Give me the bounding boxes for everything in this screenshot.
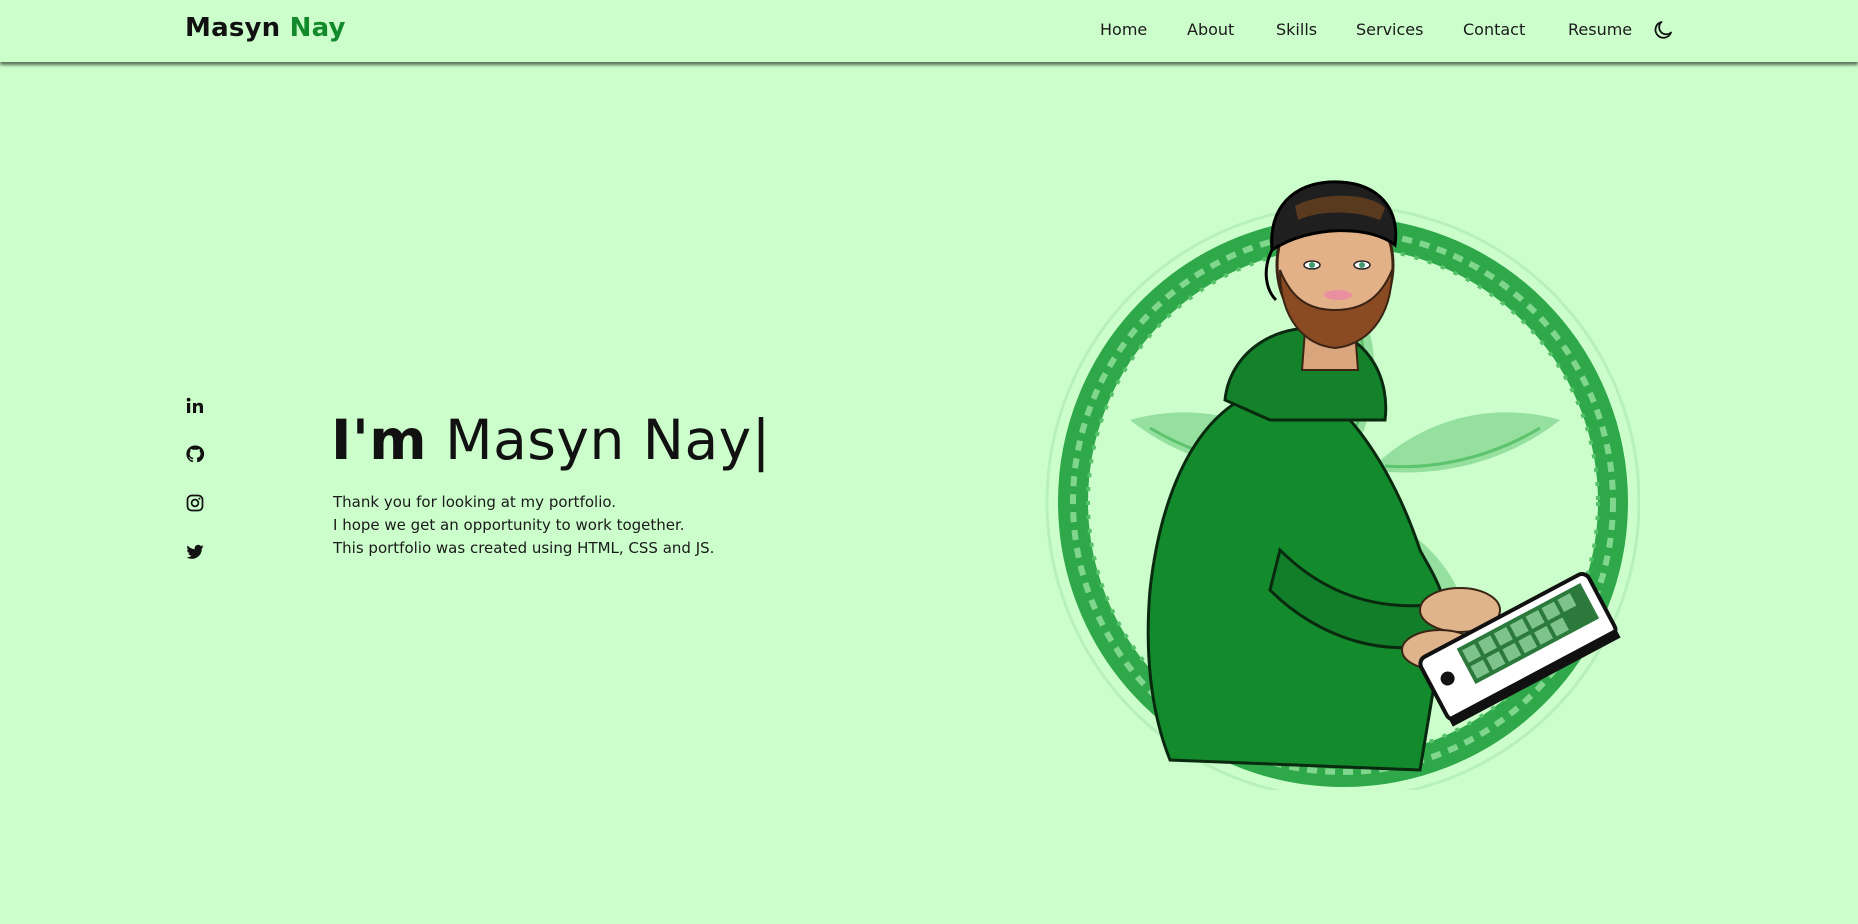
nav-home[interactable]: Home xyxy=(1100,20,1147,39)
nav-services[interactable]: Services xyxy=(1356,20,1423,39)
hero-name: Masyn Nay xyxy=(445,408,752,472)
hero-line-3: This portfolio was created using HTML, C… xyxy=(333,539,715,557)
main-nav: Home About Skills Services Contact Resum… xyxy=(0,20,1858,44)
avatar-illustration xyxy=(1040,170,1641,800)
nav-about[interactable]: About xyxy=(1187,20,1234,39)
hero-line-1: Thank you for looking at my portfolio. xyxy=(333,493,617,511)
twitter-icon[interactable] xyxy=(184,541,206,563)
hero-line-2: I hope we get an opportunity to work tog… xyxy=(333,516,685,534)
site-header: Masyn Nay Home About Skills Services Con… xyxy=(0,0,1858,62)
github-icon[interactable] xyxy=(184,443,206,465)
typing-cursor: | xyxy=(751,408,771,472)
instagram-icon[interactable] xyxy=(184,492,206,514)
moon-icon[interactable] xyxy=(1651,18,1675,42)
nav-skills[interactable]: Skills xyxy=(1276,20,1317,39)
linkedin-icon[interactable] xyxy=(184,395,206,417)
nav-resume[interactable]: Resume xyxy=(1568,20,1632,39)
hero-title: I'm Masyn Nay| xyxy=(331,408,771,472)
nav-contact[interactable]: Contact xyxy=(1463,20,1525,39)
hero-greeting: I'm xyxy=(331,408,428,472)
